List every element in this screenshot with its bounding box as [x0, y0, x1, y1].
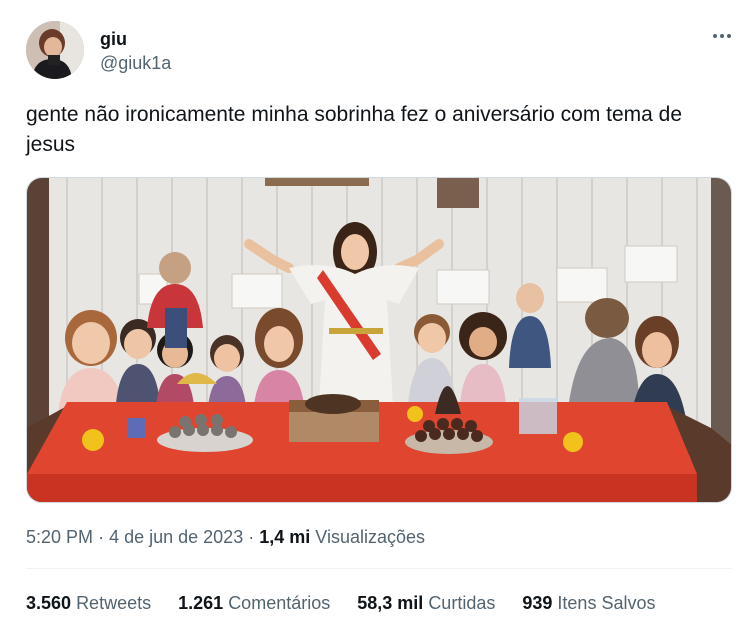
retweets-stat[interactable]: 3.560 Retweets — [26, 592, 151, 614]
dot — [713, 34, 717, 38]
tweet-photo[interactable] — [26, 177, 732, 503]
tweet-date[interactable]: 4 de jun de 2023 — [109, 527, 243, 547]
tweet-card: giu @giuk1a gente não ironicamente minha… — [0, 0, 756, 633]
meta-separator: · — [248, 527, 255, 547]
bookmarks-stat[interactable]: 939 Itens Salvos — [522, 592, 655, 614]
display-name[interactable]: giu — [100, 28, 127, 50]
bookmarks-count: 939 — [522, 593, 553, 613]
retweets-label: Retweets — [76, 593, 152, 613]
likes-count: 58,3 mil — [357, 593, 424, 613]
likes-stat[interactable]: 58,3 mil Curtidas — [357, 592, 495, 614]
retweets-count: 3.560 — [26, 593, 72, 613]
divider — [26, 568, 732, 569]
user-handle[interactable]: @giuk1a — [100, 52, 171, 74]
meta-separator: · — [98, 527, 105, 547]
more-options-icon[interactable] — [708, 26, 736, 46]
views-count: 1,4 mi — [259, 527, 311, 547]
tweet-time[interactable]: 5:20 PM — [26, 527, 93, 547]
dot — [727, 34, 731, 38]
comments-stat[interactable]: 1.261 Comentários — [178, 592, 330, 614]
tweet-text: gente não ironicamente minha sobrinha fe… — [26, 103, 683, 156]
tweet-meta: 5:20 PM · 4 de jun de 2023 · 1,4 mi Visu… — [26, 526, 425, 548]
comments-count: 1.261 — [178, 593, 224, 613]
dot — [720, 34, 724, 38]
avatar[interactable] — [26, 21, 84, 79]
views-label: Visualizações — [315, 527, 426, 547]
comments-label: Comentários — [228, 593, 331, 613]
bookmarks-label: Itens Salvos — [557, 593, 656, 613]
likes-label: Curtidas — [428, 593, 496, 613]
engagement-stats: 3.560 Retweets 1.261 Comentários 58,3 mi… — [26, 592, 677, 614]
